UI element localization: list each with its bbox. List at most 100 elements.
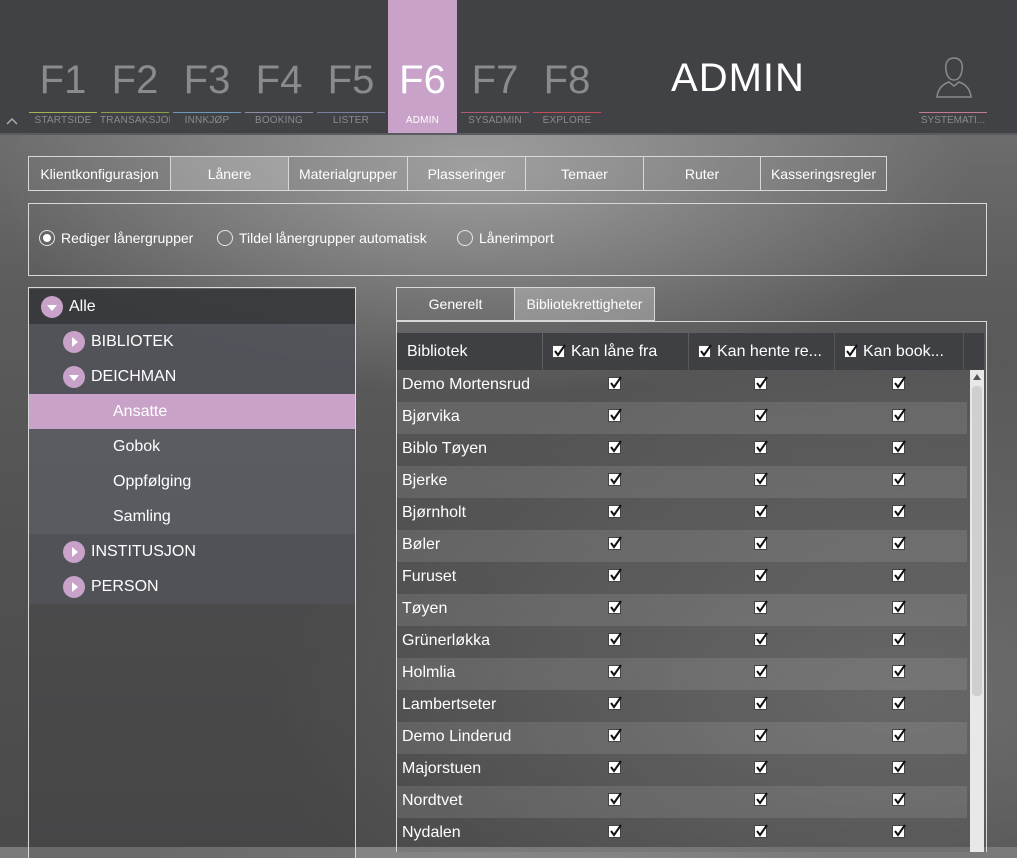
expand-arrow-icon[interactable] (63, 330, 85, 353)
tree-item-institusjon[interactable]: INSTITUSJON (29, 534, 355, 569)
permission-checkbox[interactable] (892, 600, 906, 619)
column-header[interactable]: Kan hente re... (689, 333, 834, 370)
checkbox-box[interactable] (754, 472, 768, 486)
permission-checkbox[interactable] (608, 440, 622, 459)
tree-item-deichman[interactable]: DEICHMAN (29, 359, 355, 394)
permission-checkbox[interactable] (892, 440, 906, 459)
fkey-f7[interactable]: F7 SYSADMIN (460, 0, 530, 133)
permission-checkbox[interactable] (754, 664, 768, 683)
radio-circle[interactable] (217, 230, 233, 246)
checkbox-box[interactable] (608, 632, 622, 646)
checkbox-box[interactable] (608, 824, 622, 838)
permission-checkbox[interactable] (754, 792, 768, 811)
permission-checkbox[interactable] (608, 696, 622, 715)
permission-checkbox[interactable] (892, 472, 906, 491)
permission-checkbox[interactable] (608, 632, 622, 651)
fkey-f5[interactable]: F5 LISTER (316, 0, 386, 133)
checkbox-box[interactable] (892, 440, 906, 454)
user-menu[interactable]: SYSTEMATI... (918, 0, 988, 133)
checkbox-box[interactable] (892, 824, 906, 838)
grid-scrollbar[interactable] (970, 370, 984, 852)
radio-option-2[interactable]: Tildel lånergrupper automatisk (217, 230, 427, 246)
tab-kasseringsregler[interactable]: Kasseringsregler (761, 156, 887, 191)
checkbox-box[interactable] (892, 760, 906, 774)
permission-checkbox[interactable] (892, 504, 906, 523)
tree-item-bibliotek[interactable]: BIBLIOTEK (29, 324, 355, 359)
permission-checkbox[interactable] (754, 536, 768, 555)
checkbox-box[interactable] (608, 696, 622, 710)
permission-checkbox[interactable] (754, 728, 768, 747)
checkbox-box[interactable] (608, 472, 622, 486)
checkbox-box[interactable] (608, 600, 622, 614)
checkbox-box[interactable] (754, 504, 768, 518)
permission-checkbox[interactable] (608, 824, 622, 843)
checkbox-box[interactable] (608, 568, 622, 582)
permission-checkbox[interactable] (608, 600, 622, 619)
permission-checkbox[interactable] (608, 536, 622, 555)
permission-checkbox[interactable] (608, 504, 622, 523)
tab-materialgrupper[interactable]: Materialgrupper (289, 156, 408, 191)
tree-item-oppfølging[interactable]: Oppfølging (29, 464, 355, 499)
expand-arrow-icon[interactable] (63, 540, 85, 563)
permission-checkbox[interactable] (892, 408, 906, 427)
permission-checkbox[interactable] (892, 792, 906, 811)
table-row[interactable]: Lambertseter (397, 690, 967, 722)
permission-checkbox[interactable] (892, 632, 906, 651)
checkbox-box[interactable] (754, 728, 768, 742)
checkbox-box[interactable] (754, 536, 768, 550)
table-row[interactable]: Tøyen (397, 594, 967, 626)
header-checkbox[interactable] (844, 344, 858, 358)
checkbox-box[interactable] (754, 568, 768, 582)
permission-checkbox[interactable] (892, 568, 906, 587)
checkbox-box[interactable] (892, 600, 906, 614)
table-row[interactable]: Holmlia (397, 658, 967, 690)
column-header[interactable]: Bibliotek (397, 333, 542, 370)
tab-klientkonfigurasjon[interactable]: Klientkonfigurasjon (28, 156, 171, 191)
checkbox-box[interactable] (892, 664, 906, 678)
scroll-up-arrow-icon[interactable] (970, 370, 984, 384)
table-row[interactable]: Grünerløkka (397, 626, 967, 658)
table-row[interactable]: Bjerke (397, 466, 967, 498)
checkbox-box[interactable] (892, 792, 906, 806)
header-checkbox[interactable] (698, 344, 712, 358)
tree-item-ansatte[interactable]: Ansatte (29, 394, 355, 429)
collapse-arrow-icon[interactable] (41, 295, 63, 318)
column-header[interactable]: Kan book... (835, 333, 963, 370)
permission-checkbox[interactable] (608, 760, 622, 779)
radio-option-3[interactable]: Lånerimport (457, 230, 554, 246)
table-row[interactable]: Demo Linderud (397, 722, 967, 754)
checkbox-box[interactable] (608, 536, 622, 550)
permission-checkbox[interactable] (892, 696, 906, 715)
collapse-arrow-icon[interactable] (63, 365, 85, 388)
permission-checkbox[interactable] (754, 440, 768, 459)
table-row[interactable]: Furuset (397, 562, 967, 594)
table-row[interactable]: Nydalen (397, 818, 967, 850)
tree-item-person[interactable]: PERSON (29, 569, 355, 604)
checkbox-box[interactable] (754, 376, 768, 390)
checkbox-box[interactable] (892, 504, 906, 518)
permission-checkbox[interactable] (754, 568, 768, 587)
table-row[interactable]: Bjørvika (397, 402, 967, 434)
tree-item-samling[interactable]: Samling (29, 499, 355, 534)
subtab-generelt[interactable]: Generelt (396, 287, 515, 321)
fkey-f1[interactable]: F1 STARTSIDE (28, 0, 98, 133)
table-row[interactable]: Bjørnholt (397, 498, 967, 530)
checkbox-box[interactable] (892, 632, 906, 646)
checkbox-box[interactable] (754, 792, 768, 806)
permission-checkbox[interactable] (608, 568, 622, 587)
table-row[interactable]: Nordtvet (397, 786, 967, 818)
fkey-f8[interactable]: F8 EXPLORE (532, 0, 602, 133)
checkbox-box[interactable] (892, 536, 906, 550)
table-row[interactable]: Majorstuen (397, 754, 967, 786)
expand-arrow-icon[interactable] (63, 575, 85, 598)
permission-checkbox[interactable] (754, 760, 768, 779)
tree-item-gobok[interactable]: Gobok (29, 429, 355, 464)
checkbox-box[interactable] (892, 408, 906, 422)
permission-checkbox[interactable] (892, 536, 906, 555)
fkey-f4[interactable]: F4 BOOKING (244, 0, 314, 133)
permission-checkbox[interactable] (608, 792, 622, 811)
checkbox-box[interactable] (754, 824, 768, 838)
permission-checkbox[interactable] (892, 728, 906, 747)
checkbox-box[interactable] (608, 504, 622, 518)
subtab-bibliotekrettigheter[interactable]: Bibliotekrettigheter (515, 287, 655, 321)
